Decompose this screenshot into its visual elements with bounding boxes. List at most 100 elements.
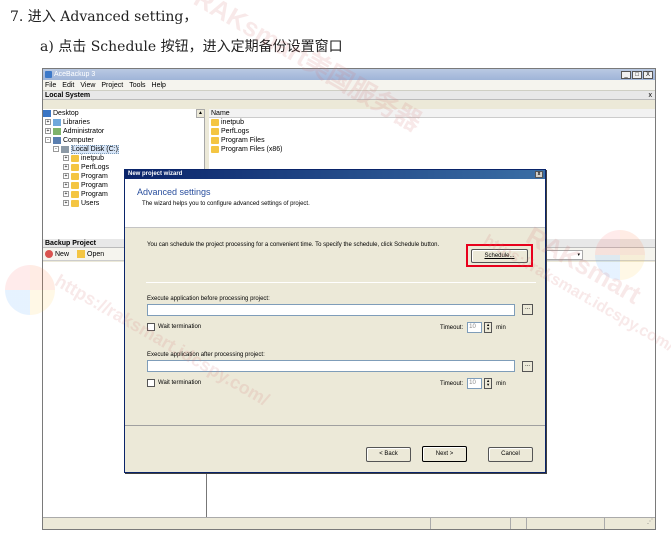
folder-icon xyxy=(211,136,219,144)
timeout-label: Timeout: xyxy=(440,380,464,387)
list-item[interactable]: PerfLogs xyxy=(209,127,655,136)
back-button[interactable]: < Back xyxy=(366,447,411,462)
folder-icon xyxy=(71,199,79,207)
folder-icon xyxy=(211,127,219,135)
tree-item-label: Program xyxy=(81,182,108,189)
after-app-label: Execute application after processing pro… xyxy=(147,352,265,358)
list-item[interactable]: Program Files xyxy=(209,136,655,145)
expand-icon[interactable]: + xyxy=(63,164,69,171)
panel-close-icon[interactable]: x xyxy=(649,91,653,100)
close-button[interactable]: X xyxy=(643,70,653,79)
before-wait-checkbox[interactable]: Wait termination xyxy=(147,323,201,331)
dialog-subheading: The wizard helps you to configure advanc… xyxy=(142,201,310,207)
status-bar: ⋰ xyxy=(43,517,655,529)
expand-icon[interactable]: + xyxy=(45,119,51,126)
app-title: AceBackup 3 xyxy=(54,71,96,78)
dialog-heading: Advanced settings xyxy=(137,187,211,197)
list-item[interactable]: Program Files (x86) xyxy=(209,145,655,154)
tree-item-label: Local Disk (C:) xyxy=(71,145,119,154)
maximize-button[interactable]: □ xyxy=(632,70,642,79)
next-button[interactable]: Next > xyxy=(422,446,467,462)
list-item-label: Program Files (x86) xyxy=(221,146,283,153)
min-label: min xyxy=(496,324,506,331)
before-timeout: Timeout: 10 ▲ ▼ min xyxy=(440,322,506,333)
after-app-input[interactable] xyxy=(147,360,515,372)
folder-icon xyxy=(71,190,79,198)
status-segment xyxy=(527,518,605,529)
expand-icon[interactable]: + xyxy=(63,173,69,180)
desktop-icon xyxy=(43,109,51,117)
dialog-header: Advanced settings The wizard helps you t… xyxy=(125,179,545,228)
dialog-close-button[interactable]: x xyxy=(535,171,543,178)
menu-edit[interactable]: Edit xyxy=(62,82,74,89)
list-column-name[interactable]: Name xyxy=(209,109,655,118)
list-item-label: inetpub xyxy=(221,119,244,126)
folder-icon xyxy=(71,172,79,180)
folder-icon xyxy=(211,145,219,153)
expand-icon[interactable]: + xyxy=(63,155,69,162)
checkbox-box[interactable] xyxy=(147,323,155,331)
menu-tools[interactable]: Tools xyxy=(129,82,145,89)
list-item-label: PerfLogs xyxy=(221,128,250,135)
tree-item-desktop[interactable]: Desktop xyxy=(43,109,204,118)
list-item[interactable]: inetpub xyxy=(209,118,655,127)
status-segment xyxy=(43,518,431,529)
spinner-arrows-icon[interactable]: ▲ ▼ xyxy=(484,322,493,333)
before-app-input[interactable] xyxy=(147,304,515,316)
new-project-button[interactable]: New xyxy=(45,250,69,258)
folder-icon xyxy=(71,154,79,162)
checkbox-box[interactable] xyxy=(147,379,155,387)
status-segment xyxy=(431,518,511,529)
resize-grip-icon[interactable]: ⋰ xyxy=(645,518,655,529)
open-folder-icon xyxy=(77,250,86,258)
folder-icon xyxy=(71,181,79,189)
cancel-button[interactable]: Cancel xyxy=(488,447,533,462)
menu-file[interactable]: File xyxy=(45,82,56,89)
backup-project-title: Backup Project xyxy=(45,240,96,247)
dialog-titlebar: New project wizard x xyxy=(125,170,545,179)
disk-icon xyxy=(61,145,69,153)
local-system-title: Local System xyxy=(45,92,91,99)
tree-item-administrator[interactable]: + Administrator xyxy=(43,127,204,136)
new-icon xyxy=(45,250,53,258)
open-project-button[interactable]: Open xyxy=(77,250,104,258)
tree-item-label: PerfLogs xyxy=(81,164,110,171)
separator xyxy=(146,282,536,283)
spinner-arrows-icon[interactable]: ▲ ▼ xyxy=(484,378,493,389)
tree-item-label: Administrator xyxy=(63,128,105,135)
app-titlebar: AceBackup 3 _ □ X xyxy=(43,69,655,80)
expand-icon[interactable]: + xyxy=(63,191,69,198)
tree-item-inetpub[interactable]: + inetpub xyxy=(43,154,204,163)
collapse-icon[interactable]: - xyxy=(45,137,51,144)
expand-icon[interactable]: + xyxy=(63,182,69,189)
folder-icon xyxy=(211,118,219,126)
tree-item-computer[interactable]: - Computer xyxy=(43,136,204,145)
min-label: min xyxy=(496,380,506,387)
tree-item-libraries[interactable]: + Libraries xyxy=(43,118,204,127)
tree-item-label: Libraries xyxy=(63,119,90,126)
tree-item-local-disk[interactable]: - Local Disk (C:) xyxy=(43,145,204,154)
highlight-box xyxy=(466,244,533,267)
tree-item-label: Computer xyxy=(63,137,94,144)
menu-project[interactable]: Project xyxy=(101,82,123,89)
after-wait-checkbox[interactable]: Wait termination xyxy=(147,379,201,387)
user-icon xyxy=(53,127,61,135)
before-browse-button[interactable]: ... xyxy=(522,304,533,315)
tree-item-label: Users xyxy=(81,200,100,207)
expand-icon[interactable]: + xyxy=(45,128,51,135)
footer-separator xyxy=(125,425,545,426)
libraries-icon xyxy=(53,118,61,126)
expand-icon[interactable]: + xyxy=(63,200,69,207)
timeout-after-input[interactable]: 10 xyxy=(467,378,483,389)
after-browse-button[interactable]: ... xyxy=(522,361,533,372)
list-item-label: Program Files xyxy=(221,137,265,144)
timeout-before-input[interactable]: 10 xyxy=(467,322,483,333)
local-system-header: Local System x xyxy=(43,91,655,100)
tree-item-label: Desktop xyxy=(53,110,79,117)
menu-view[interactable]: View xyxy=(80,82,95,89)
collapse-icon[interactable]: - xyxy=(53,146,59,153)
scroll-up-arrow-icon[interactable]: ▲ xyxy=(196,109,205,118)
minimize-button[interactable]: _ xyxy=(621,70,631,79)
doc-step-text: 7. 进入 Advanced setting， xyxy=(10,9,198,25)
menu-help[interactable]: Help xyxy=(152,82,166,89)
